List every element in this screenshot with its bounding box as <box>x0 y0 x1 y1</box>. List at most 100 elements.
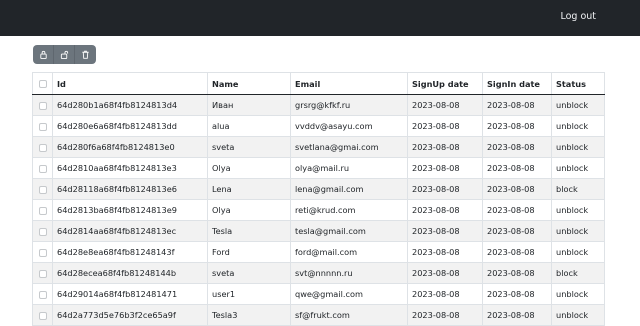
row-checkbox[interactable] <box>38 269 47 278</box>
row-checkbox-cell <box>32 199 53 221</box>
row-checkbox-cell <box>32 241 53 263</box>
delete-button[interactable] <box>75 45 96 64</box>
column-header-status[interactable]: Status <box>551 72 605 95</box>
table-row[interactable]: 64d28ecea68f4fb81248144b sveta svt@nnnnn.r… <box>32 262 605 284</box>
row-status-cell: unblock <box>551 304 605 326</box>
table-row[interactable]: 64d28118a68f4fb8124813e6 Lena lena@gmail.c… <box>32 178 605 200</box>
row-checkbox[interactable] <box>38 248 47 257</box>
column-header-id[interactable]: Id <box>52 72 208 95</box>
row-checkbox[interactable] <box>38 290 47 299</box>
row-email-cell: tesla@gmail.com <box>290 220 408 242</box>
row-id-cell: 64d2810aa68f4fb8124813e3 <box>52 157 208 179</box>
row-signin-date-cell: 2023-08-08 <box>482 157 552 179</box>
row-signup-date-cell: 2023-08-08 <box>407 94 483 116</box>
column-header-name[interactable]: Name <box>207 72 291 95</box>
row-id-cell: 64d280f6a68f4fb8124813e0 <box>52 136 208 158</box>
row-status-cell: unblock <box>551 220 605 242</box>
row-email-cell: lena@gmail.com <box>290 178 408 200</box>
row-id-cell: 64d280b1a68f4fb8124813d4 <box>52 94 208 116</box>
trash-icon <box>82 50 89 59</box>
row-checkbox-cell <box>32 157 53 179</box>
row-checkbox[interactable] <box>38 164 47 173</box>
row-status-cell: block <box>551 178 605 200</box>
row-name-cell: Lena <box>207 178 291 200</box>
unlock-button[interactable] <box>54 45 75 64</box>
logout-link[interactable]: Log out <box>560 11 596 22</box>
table-body: 64d280b1a68f4fb8124813d4 Иван grsrg@kfkf.r… <box>32 94 605 326</box>
row-name-cell: Olya <box>207 199 291 221</box>
row-signup-date-cell: 2023-08-08 <box>407 283 483 305</box>
row-id-cell: 64d2813ba68f4fb8124813e9 <box>52 199 208 221</box>
row-signin-date-cell: 2023-08-08 <box>482 262 552 284</box>
row-checkbox[interactable] <box>38 206 47 215</box>
column-header-email[interactable]: Email <box>290 72 408 95</box>
row-status-cell: unblock <box>551 157 605 179</box>
row-checkbox[interactable] <box>38 143 47 152</box>
table-row[interactable]: 64d280b1a68f4fb8124813d4 Иван grsrg@kfkf.r… <box>32 94 605 116</box>
row-name-cell: alua <box>207 115 291 137</box>
row-checkbox-cell <box>32 115 53 137</box>
row-id-cell: 64d28ecea68f4fb81248144b <box>52 262 208 284</box>
row-checkbox[interactable] <box>38 101 47 110</box>
table-row[interactable]: 64d2a773d5e76b3f2ce65a9f Tesla3 sf@frukt.c… <box>32 304 605 326</box>
row-checkbox[interactable] <box>38 227 47 236</box>
table-row[interactable]: 64d29014a68f4fb812481471 user1 qwe@gmail.c… <box>32 283 605 305</box>
table-row[interactable]: 64d28e8ea68f4fb81248143f Ford ford@mail.co… <box>32 241 605 263</box>
users-table: Id Name Email SignUp date SignIn date St… <box>32 72 605 326</box>
row-id-cell: 64d29014a68f4fb812481471 <box>52 283 208 305</box>
table-row[interactable]: 64d2814aa68f4fb8124813ec Tesla tesla@gmail… <box>32 220 605 242</box>
row-email-cell: ford@mail.com <box>290 241 408 263</box>
row-status-cell: block <box>551 262 605 284</box>
users-table-container: Id Name Email SignUp date SignIn date St… <box>32 72 605 326</box>
row-id-cell: 64d28118a68f4fb8124813e6 <box>52 178 208 200</box>
lock-button[interactable] <box>33 45 54 64</box>
row-status-cell: unblock <box>551 94 605 116</box>
row-signup-date-cell: 2023-08-08 <box>407 220 483 242</box>
row-signin-date-cell: 2023-08-08 <box>482 283 552 305</box>
unlock-icon <box>60 50 68 59</box>
row-signup-date-cell: 2023-08-08 <box>407 157 483 179</box>
row-signin-date-cell: 2023-08-08 <box>482 199 552 221</box>
row-email-cell: svt@nnnnn.ru <box>290 262 408 284</box>
row-signin-date-cell: 2023-08-08 <box>482 136 552 158</box>
row-signin-date-cell: 2023-08-08 <box>482 304 552 326</box>
row-checkbox-cell <box>32 136 53 158</box>
row-id-cell: 64d28e8ea68f4fb81248143f <box>52 241 208 263</box>
row-name-cell: Olya <box>207 157 291 179</box>
row-checkbox-cell <box>32 220 53 242</box>
row-signin-date-cell: 2023-08-08 <box>482 178 552 200</box>
row-signup-date-cell: 2023-08-08 <box>407 115 483 137</box>
row-checkbox[interactable] <box>38 185 47 194</box>
row-checkbox[interactable] <box>38 122 47 131</box>
select-all-checkbox[interactable] <box>38 80 47 88</box>
row-email-cell: grsrg@kfkf.ru <box>290 94 408 116</box>
row-checkbox[interactable] <box>38 311 47 320</box>
row-id-cell: 64d280e6a68f4fb8124813dd <box>52 115 208 137</box>
row-id-cell: 64d2a773d5e76b3f2ce65a9f <box>52 304 208 326</box>
select-all-checkbox-cell <box>32 72 53 95</box>
row-status-cell: unblock <box>551 283 605 305</box>
lock-icon <box>39 50 47 59</box>
row-name-cell: sveta <box>207 262 291 284</box>
row-signup-date-cell: 2023-08-08 <box>407 241 483 263</box>
row-checkbox-cell <box>32 304 53 326</box>
row-signin-date-cell: 2023-08-08 <box>482 241 552 263</box>
column-header-signup-date[interactable]: SignUp date <box>407 72 483 95</box>
row-name-cell: Ford <box>207 241 291 263</box>
row-signup-date-cell: 2023-08-08 <box>407 136 483 158</box>
row-status-cell: unblock <box>551 136 605 158</box>
table-row[interactable]: 64d2810aa68f4fb8124813e3 Olya olya@mail.ru… <box>32 157 605 179</box>
row-status-cell: unblock <box>551 199 605 221</box>
row-email-cell: reti@krud.com <box>290 199 408 221</box>
row-name-cell: Tesla3 <box>207 304 291 326</box>
column-header-signin-date[interactable]: SignIn date <box>482 72 552 95</box>
row-checkbox-cell <box>32 94 53 116</box>
row-email-cell: sf@frukt.com <box>290 304 408 326</box>
row-status-cell: unblock <box>551 241 605 263</box>
table-row[interactable]: 64d2813ba68f4fb8124813e9 Olya reti@krud.co… <box>32 199 605 221</box>
table-row[interactable]: 64d280f6a68f4fb8124813e0 sveta svetlana@gm… <box>32 136 605 158</box>
row-checkbox-cell <box>32 262 53 284</box>
row-signup-date-cell: 2023-08-08 <box>407 262 483 284</box>
row-checkbox-cell <box>32 283 53 305</box>
table-row[interactable]: 64d280e6a68f4fb8124813dd alua vvddv@asayu.… <box>32 115 605 137</box>
